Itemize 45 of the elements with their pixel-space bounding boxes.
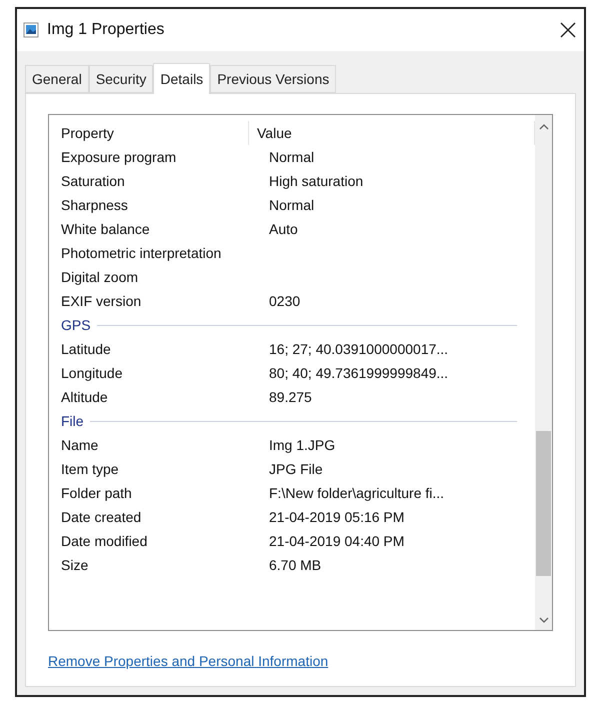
property-name: Folder path (60, 485, 133, 501)
property-value: 21-04-2019 05:16 PM (268, 509, 404, 525)
column-header[interactable]: Property (49, 121, 249, 145)
property-name: Longitude (60, 365, 124, 381)
property-name: Altitude (60, 389, 109, 405)
scrollbar[interactable] (535, 115, 552, 630)
scroll-thumb[interactable] (536, 431, 551, 576)
property-value: High saturation (268, 173, 364, 189)
property-name: Exposure program (60, 149, 178, 165)
property-value: JPG File (268, 461, 323, 477)
property-value: F:\New folder\agriculture fi... (268, 485, 444, 501)
property-value: 21-04-2019 04:40 PM (268, 533, 404, 549)
property-name: Sharpness (60, 197, 129, 213)
property-name: Item type (60, 461, 120, 477)
scroll-down-icon[interactable] (538, 616, 548, 624)
property-name: Latitude (60, 341, 112, 357)
property-value: Img 1.JPG (268, 437, 336, 453)
property-value: Normal (268, 149, 314, 165)
property-name: Date created (60, 509, 142, 525)
remove-properties-link[interactable]: Remove Properties and Personal Information (48, 653, 328, 669)
property-name: Size (60, 557, 90, 573)
property-name: Saturation (60, 173, 126, 189)
image-file-icon (23, 22, 39, 38)
tab[interactable]: Details (153, 63, 210, 94)
tab[interactable]: Security (88, 65, 154, 93)
property-value: Normal (268, 197, 314, 213)
window-title: Img 1 Properties (47, 21, 166, 39)
tab[interactable]: Previous Versions (210, 65, 336, 93)
group-header: File (61, 413, 84, 429)
tab[interactable]: General (25, 65, 89, 93)
property-name: EXIF version (60, 293, 142, 309)
scroll-up-icon[interactable] (538, 123, 548, 131)
property-value: 80; 40; 49.7361999999849... (268, 365, 448, 381)
property-value: 16; 27; 40.0391000000017... (268, 341, 448, 357)
property-value: 89.275 (268, 389, 312, 405)
property-name: Date modified (60, 533, 148, 549)
group-header: GPS (61, 317, 91, 333)
property-value: Auto (268, 221, 298, 237)
property-value: 0230 (268, 293, 300, 309)
property-name: Name (60, 437, 100, 453)
property-name: Photometric interpretation (60, 245, 222, 261)
property-name: White balance (60, 221, 151, 237)
close-icon[interactable] (560, 22, 576, 38)
property-name: Digital zoom (60, 269, 140, 285)
property-value: 6.70 MB (268, 557, 322, 573)
